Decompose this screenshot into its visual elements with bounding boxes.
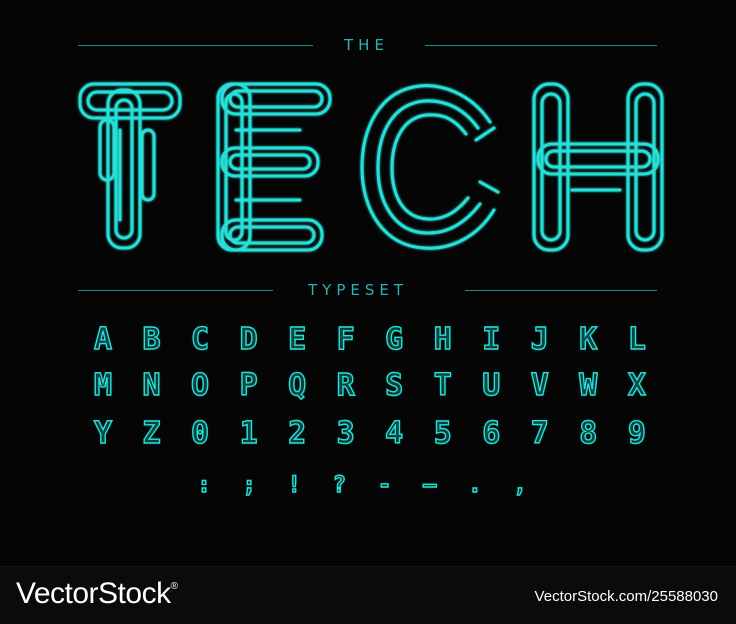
glyph: O [190,367,210,403]
glyph: L [627,321,646,357]
glyph: ? [332,472,347,498]
glyph: V [530,367,549,403]
glyph: Z [142,415,161,451]
glyph: 7 [530,415,549,451]
glyph: T [433,367,452,403]
glyph: 6 [482,415,501,451]
glyph: : [197,472,212,498]
glyph-row-2: M N O P Q R S T U V W X [85,366,655,406]
glyph: N [142,367,161,403]
glyph: K [579,321,598,357]
glyph: 0 [190,415,210,451]
glyph: A [93,321,113,357]
registered-mark: ® [170,581,178,592]
glyph: I [482,321,501,357]
glyph: W [579,367,598,403]
mid-left-rule [78,290,273,291]
headline-letter-e [216,82,332,252]
glyph: Q [287,367,307,403]
glyph: C [190,321,210,357]
glyph-row-4: : ; ! ? - – . , [186,466,538,506]
glyph: , [513,472,528,498]
headline [0,70,736,260]
glyph: 8 [579,415,598,451]
top-label: THE [344,36,389,54]
glyph-row-3: Y Z 0 1 2 3 4 5 6 7 8 9 [85,414,655,454]
glyph: 9 [627,415,646,451]
headline-letter-h [532,82,664,252]
glyph: ! [287,472,302,498]
footer-bar: VectorStock® VectorStock.com/25588030 [0,566,736,624]
glyph: 4 [384,415,404,451]
glyph: H [433,321,452,357]
glyph: S [384,367,404,403]
glyph: M [93,367,113,403]
glyph: 2 [287,415,307,451]
glyph: J [530,321,549,357]
headline-letter-t [78,82,182,250]
image-credit: VectorStock.com/25588030 [534,588,718,605]
brand-name: VectorStock [16,577,171,610]
glyph: 5 [433,415,452,451]
mid-right-rule [465,290,657,291]
brand-logo: VectorStock® [16,577,178,611]
glyph: F [336,321,355,357]
glyph: ; [242,472,257,498]
glyph: U [482,367,501,403]
glyph: R [336,367,355,403]
glyph: P [239,367,258,403]
glyph: D [239,321,258,357]
glyph: E [287,321,307,357]
glyph: – [422,472,437,498]
top-right-rule [425,45,657,46]
glyph: G [384,321,404,357]
glyph: B [142,321,161,357]
poster-canvas: TH E TYPESET A B C D E F G H I J K L M N … [0,0,736,566]
glyph: 3 [336,415,355,451]
glyph: - [377,472,392,498]
glyph: Y [93,415,113,451]
glyph: X [627,367,646,403]
glyph: . [468,472,483,498]
top-left-rule [78,45,313,46]
glyph: 1 [239,415,258,451]
sub-label: TYPESET [308,281,409,299]
headline-letter-c [360,84,500,250]
glyph-row-1: A B C D E F G H I J K L [85,320,655,360]
